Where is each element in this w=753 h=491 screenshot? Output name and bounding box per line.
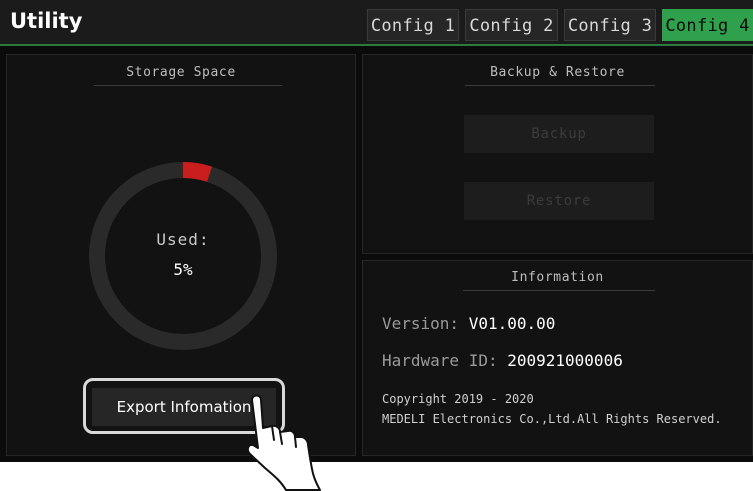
ring-used-arc	[182, 162, 213, 182]
restore-button[interactable]: Restore	[464, 182, 654, 220]
used-label: Used:	[156, 230, 210, 249]
tab-config-4[interactable]: Config 4	[662, 9, 753, 41]
used-value: 5%	[173, 260, 193, 279]
ring-track	[89, 162, 277, 350]
storage-title: Storage Space	[126, 65, 236, 80]
storage-ring-graphic	[89, 162, 277, 350]
storage-ring: Used: 5%	[85, 158, 281, 354]
backup-button[interactable]: Backup	[464, 115, 654, 153]
backup-title-rule	[465, 85, 655, 86]
tab-config-1[interactable]: Config 1	[367, 9, 459, 41]
device-screen: Utility Config 1 Config 2 Config 3 Confi…	[0, 0, 753, 462]
hand-pointer-icon	[246, 394, 321, 491]
information-title-rule	[463, 290, 655, 291]
hardware-id-value: 200921000006	[507, 351, 623, 370]
title-bar: Utility Config 1 Config 2 Config 3 Confi…	[0, 0, 753, 46]
page-title: Utility	[10, 9, 83, 33]
hardware-id-row: Hardware ID: 200921000006	[382, 351, 623, 370]
backup-restore-panel: Backup & Restore	[362, 54, 753, 254]
storage-title-rule	[94, 85, 282, 86]
version-value: V01.00.00	[468, 314, 556, 333]
version-row: Version: V01.00.00	[382, 314, 555, 333]
tab-config-3[interactable]: Config 3	[564, 9, 656, 41]
information-title: Information	[511, 270, 604, 285]
copyright-line: Copyright 2019 - 2020	[382, 392, 534, 406]
version-label: Version:	[382, 314, 469, 333]
backup-restore-title: Backup & Restore	[490, 65, 625, 80]
rights-line: MEDELI Electronics Co.,Ltd.All Rights Re…	[382, 412, 722, 426]
tab-config-2[interactable]: Config 2	[465, 9, 558, 41]
hardware-id-label: Hardware ID:	[382, 351, 508, 370]
